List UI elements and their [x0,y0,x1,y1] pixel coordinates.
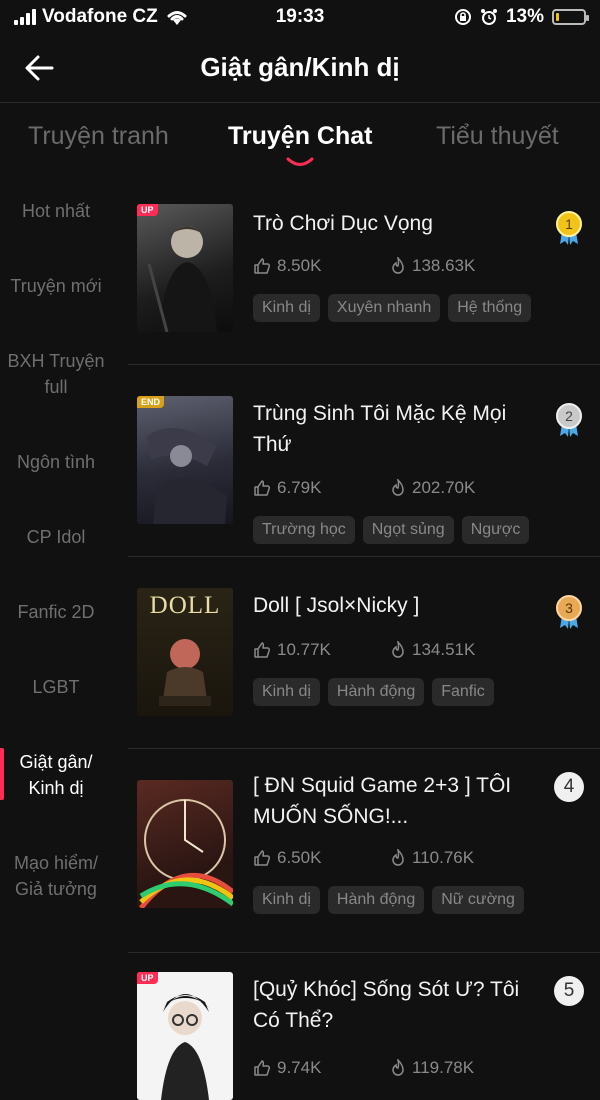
rank-number: 2 [565,408,573,424]
bronze-medal-icon: 3 [556,595,582,629]
story-tags: Kinh dị Hành động Fanfic [253,678,494,706]
tab-tieu-thuyet[interactable]: Tiểu thuyết [436,122,559,151]
tag[interactable]: Hành động [327,886,425,914]
story-title: [ ĐN Squid Game 2+3 ] TÔI MUỐN SỐNG!... [253,774,512,828]
divider [128,556,600,557]
sidebar-item-adventure[interactable]: Mạo hiểm/ Giả tưởng [0,850,112,902]
story-cover: DOLL [137,588,233,716]
update-badge: UP [137,204,158,216]
tag[interactable]: Kinh dị [253,678,320,706]
tag[interactable]: Ngọt sủng [362,516,454,544]
tag[interactable]: Xuyên nhanh [327,294,441,322]
sidebar-item-ranking[interactable]: BXH Truyện full [0,348,112,400]
story-cover: UP [137,204,233,332]
tag[interactable]: Hành động [327,678,425,706]
like-count: 6.79K [253,478,321,498]
flame-icon [392,257,404,274]
completed-badge: END [137,396,165,408]
battery-percent: 13% [505,6,544,27]
view-count: 138.63K [390,256,475,276]
story-tags: Kinh dị Xuyên nhanh Hệ thống [253,294,532,322]
divider [128,952,600,953]
flame-icon [392,479,404,496]
rank-number: 3 [565,600,573,616]
active-tab-indicator [286,157,314,166]
tab-truyen-chat[interactable]: Truyện Chat [228,122,372,151]
flame-icon [392,641,404,658]
view-count: 134.51K [390,640,475,660]
view-count: 119.78K [390,1058,474,1078]
silver-medal-icon: 2 [556,403,582,437]
sidebar-item-cp-idol[interactable]: CP Idol [0,524,112,550]
rank-number: 1 [565,216,573,232]
alarm-icon [480,9,497,25]
tag[interactable]: Trường học [253,516,355,544]
category-tabs: Truyện tranh Truyện Chat Tiểu thuyết [0,110,600,170]
sidebar-item-romance[interactable]: Ngôn tình [0,449,112,475]
thumbs-up-icon [254,850,271,866]
thumbs-up-icon [254,480,271,496]
tag[interactable]: Nữ cường [432,886,524,914]
gold-medal-icon: 1 [556,211,582,245]
tag[interactable]: Kinh dị [253,294,320,322]
orientation-lock-icon [454,9,471,25]
sidebar-item-fanfic-2d[interactable]: Fanfic 2D [0,599,112,625]
update-badge: UP [137,972,158,984]
sidebar-item-lgbt[interactable]: LGBT [0,674,112,700]
view-count: 202.70K [390,478,475,498]
thumbs-up-icon [254,1060,271,1076]
thumbs-up-icon [254,642,271,658]
story-tags: Trường học Ngọt sủng Ngược [253,516,530,544]
rank-badge: 4 [554,772,584,802]
battery-icon [552,9,589,25]
story-tags: Kinh dị Hành động Nữ cường [253,886,524,914]
divider [128,364,600,365]
flame-icon [392,849,404,866]
divider [128,748,600,749]
story-cover [137,780,233,908]
tag[interactable]: Hệ thống [448,294,532,322]
sidebar-item-new[interactable]: Truyện mới [0,273,112,299]
sidebar-item-hot[interactable]: Hot nhất [0,198,112,224]
tag[interactable]: Kinh dị [253,886,320,914]
like-count: 8.50K [253,256,321,276]
like-count: 10.77K [253,640,331,660]
tag[interactable]: Ngược [461,516,530,544]
story-cover: UP [137,972,233,1100]
story-title: Trò Chơi Dục Vọng [253,212,433,235]
status-bar: Vodafone CZ 19:33 13% [0,0,600,34]
story-title: Trùng Sinh Tôi Mặc Kệ Mọi Thứ [253,402,507,456]
flame-icon [392,1059,404,1076]
like-count: 9.74K [253,1058,321,1078]
like-count: 6.50K [253,848,321,868]
sidebar-item-horror[interactable]: Giật gân/ Kinh dị [0,749,112,801]
story-title: Doll [ Jsol×Nicky ] [253,594,420,617]
app-header: Giật gân/Kinh dị [0,34,600,103]
story-title: [Quỷ Khóc] Sống Sót Ư? Tôi Có Thể? [253,978,520,1032]
page-title: Giật gân/Kinh dị [200,52,400,82]
tab-truyen-tranh[interactable]: Truyện tranh [28,122,169,151]
view-count: 110.76K [390,848,474,868]
rank-badge: 5 [554,976,584,1006]
story-cover: END [137,396,233,524]
thumbs-up-icon [254,258,271,274]
tag[interactable]: Fanfic [432,678,494,706]
